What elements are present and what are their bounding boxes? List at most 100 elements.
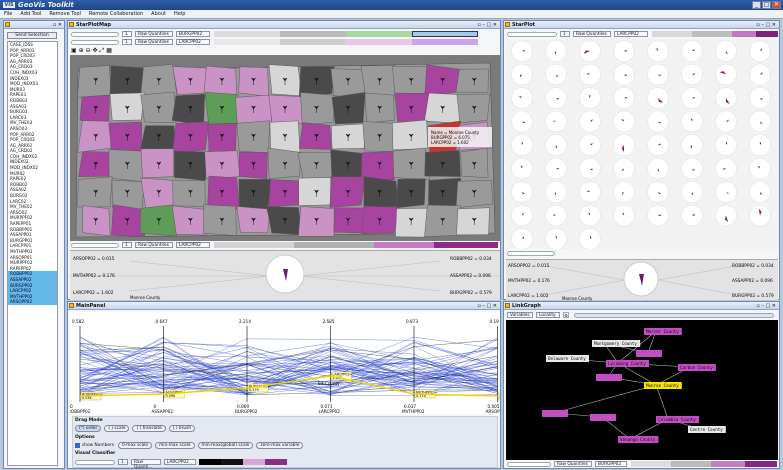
county-shape[interactable] — [171, 93, 206, 126]
variable-list-item[interactable]: ARSOPP02 — [8, 299, 57, 305]
zoom-out-icon[interactable]: ⊖ — [86, 47, 91, 54]
graph-node-unlabeled[interactable] — [596, 374, 622, 381]
starplot-legend-slider[interactable] — [507, 251, 555, 256]
zero-max-variable-button[interactable]: zero-max variable — [256, 442, 304, 449]
graph-slider[interactable] — [574, 313, 774, 318]
starplot-grid[interactable] — [506, 39, 778, 250]
close-button[interactable]: ✕ — [772, 1, 781, 9]
county-shape[interactable] — [395, 207, 429, 238]
map-spinner-a[interactable]: 1 — [122, 31, 132, 37]
county-shape[interactable] — [298, 177, 332, 206]
county-shape[interactable] — [140, 148, 174, 179]
starplot-spinner[interactable]: 1 — [560, 31, 570, 37]
graph-node-unlabeled[interactable] — [590, 414, 616, 421]
map-palette-b4[interactable] — [412, 39, 478, 45]
county-shape[interactable] — [361, 151, 397, 181]
graph-node-unlabeled[interactable] — [542, 410, 568, 417]
counties-layer[interactable] — [77, 64, 494, 238]
minimize-button[interactable]: _ — [752, 1, 761, 9]
panel-window-controls[interactable]: ▫ – □ ✕ — [477, 21, 497, 29]
panel-window-controls[interactable]: ▫ – □ ✕ — [756, 21, 776, 29]
choropleth-map[interactable]: Name = Monroe County BURGPP02 = 6.075 LA… — [70, 55, 500, 241]
grid-icon[interactable]: ▦ — [106, 47, 112, 54]
map-palette-a4[interactable] — [412, 31, 478, 37]
drag-mode-scale[interactable]: ( ) scale — [104, 425, 130, 432]
graph-classifier[interactable]: Raw Quantiles — [554, 461, 592, 467]
send-selection-button[interactable]: Send Selection — [7, 32, 57, 39]
locality-dropdown[interactable]: Locality — [536, 312, 560, 318]
county-shape[interactable] — [108, 149, 144, 182]
map-slider-b[interactable] — [71, 40, 119, 45]
starplot-variable[interactable]: LARCPP02 — [614, 31, 648, 37]
menu-remote-collaboration[interactable]: Remote Collaboration — [89, 11, 143, 17]
county-shape[interactable] — [174, 150, 209, 181]
county-shape[interactable] — [108, 121, 143, 153]
county-shape[interactable] — [395, 178, 426, 209]
county-shape[interactable] — [82, 205, 111, 237]
county-shape[interactable] — [266, 206, 302, 235]
legend-variable[interactable]: LARCPP02 — [176, 242, 210, 248]
map-classifier-a[interactable]: Raw Quantiles — [135, 31, 173, 37]
menu-file[interactable]: File — [4, 11, 12, 17]
drag-mode-brush[interactable]: ( ) brush — [168, 425, 196, 432]
vc-classifier[interactable]: Raw Quanti... — [131, 459, 161, 470]
county-shape[interactable] — [140, 177, 176, 210]
show-numbers-checkbox[interactable] — [75, 443, 80, 448]
map-palette-a3[interactable] — [346, 31, 412, 37]
full-extent-icon[interactable]: ⤢ — [99, 47, 104, 54]
county-shape[interactable] — [77, 65, 112, 98]
county-shape[interactable] — [363, 176, 399, 209]
parallel-coordinates[interactable]: 0.582 0 ROBBPP02 ROBBPP02= 0.034 0.647 0 ASSAPP… — [68, 312, 520, 414]
map-palette-b[interactable] — [214, 39, 280, 45]
panel-window-controls[interactable]: ▫ – □ ✕ — [756, 302, 776, 310]
county-shape[interactable] — [300, 92, 336, 125]
min-max-global-scale-button[interactable]: min-max(global) scale — [197, 442, 254, 449]
menu-remove-tool[interactable]: Remove Tool — [49, 11, 81, 17]
county-shape[interactable] — [172, 205, 207, 236]
county-shape[interactable] — [238, 179, 272, 210]
map-variable-a[interactable]: BURGPP02 — [176, 31, 210, 37]
county-shape[interactable] — [202, 204, 237, 236]
county-shape[interactable] — [207, 175, 240, 211]
map-slider-a[interactable] — [71, 32, 119, 37]
county-shape[interactable] — [456, 207, 490, 236]
pan-icon[interactable]: ✥ — [93, 47, 98, 54]
graph-footer-slider[interactable] — [507, 462, 551, 467]
drag-mode-translate[interactable]: ( ) translate — [132, 425, 166, 432]
county-shape[interactable] — [333, 207, 367, 234]
panel-controls-icon[interactable]: ▫ ✕ — [53, 21, 62, 29]
legend-classifier[interactable]: Raw Quantiles — [135, 242, 173, 248]
county-shape[interactable] — [172, 121, 210, 154]
county-shape[interactable] — [79, 94, 110, 122]
vc-spinner[interactable]: 1 — [118, 459, 128, 465]
county-shape[interactable] — [428, 177, 461, 210]
menu-add-tool[interactable]: Add Tool — [20, 11, 41, 17]
min-max-scale-button[interactable]: min-max scale — [155, 442, 195, 449]
map-palette-a[interactable] — [214, 31, 280, 37]
map-palette-b2[interactable] — [280, 39, 346, 45]
county-shape[interactable] — [172, 179, 206, 207]
county-shape[interactable] — [172, 66, 207, 95]
map-palette-b3[interactable] — [346, 39, 412, 45]
menu-help[interactable]: Help — [174, 11, 185, 17]
graph-settings-icon[interactable]: ⚙ — [563, 312, 569, 318]
graph-node-unlabeled[interactable] — [636, 350, 662, 357]
county-shape[interactable] — [77, 120, 112, 153]
county-shape[interactable] — [298, 122, 332, 150]
map-classifier-b[interactable]: Raw Quantiles — [135, 39, 173, 45]
drag-mode-order[interactable]: (*) order — [75, 425, 102, 432]
maximize-button[interactable]: □ — [762, 1, 771, 9]
variables-dropdown[interactable]: Variables — [507, 312, 533, 318]
county-shape[interactable] — [297, 151, 335, 182]
menu-about[interactable]: About — [151, 11, 166, 17]
county-shape[interactable] — [109, 92, 146, 121]
starplot-cell[interactable] — [579, 228, 601, 250]
zero-max-scale-button[interactable]: 0-max scale — [117, 442, 153, 449]
vc-variable[interactable]: LARCPP02 — [164, 459, 196, 465]
map-palette-a2[interactable] — [280, 31, 346, 37]
map-spinner-b[interactable]: 1 — [122, 39, 132, 45]
starplot-cell[interactable] — [511, 228, 533, 250]
vc-slider[interactable] — [75, 460, 115, 465]
county-shape[interactable] — [111, 179, 145, 210]
panel-window-controls[interactable]: ▫ – □ ✕ — [477, 302, 497, 310]
